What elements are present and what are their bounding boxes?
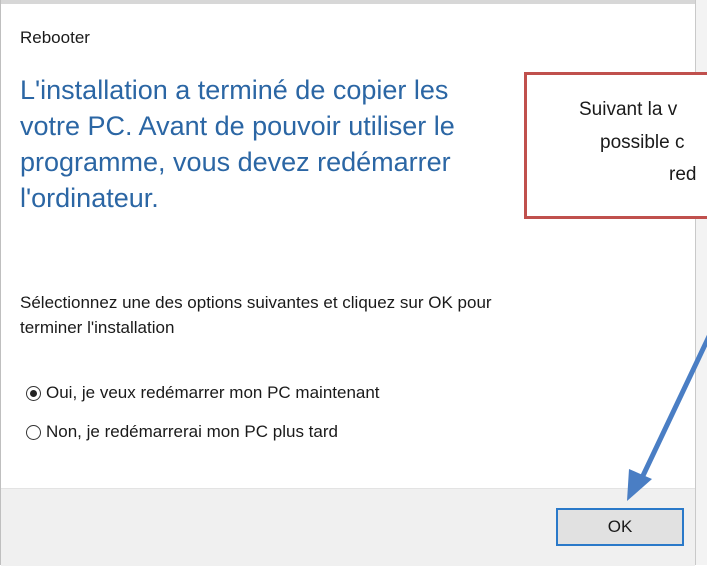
radio-selected-icon[interactable] (26, 385, 41, 401)
option-instruction-line: terminer l'installation (20, 318, 175, 337)
restart-now-label[interactable]: Oui, je veux redémarrer mon PC maintenan… (46, 383, 380, 403)
option-instruction-line: Sélectionnez une des options suivantes e… (20, 293, 492, 312)
restart-later-label[interactable]: Non, je redémarrerai mon PC plus tard (46, 422, 338, 442)
dialog-title: Rebooter (20, 28, 90, 47)
window-top-edge (0, 0, 707, 4)
restart-later-option[interactable]: Non, je redémarrerai mon PC plus tard (26, 422, 338, 442)
window-left-edge (0, 0, 1, 565)
callout-line: possible c (600, 132, 685, 153)
option-instruction: Sélectionnez une des options suivantes e… (20, 290, 700, 340)
radio-unselected-icon[interactable] (26, 424, 41, 440)
restart-now-option[interactable]: Oui, je veux redémarrer mon PC maintenan… (26, 383, 380, 403)
annotation-callout-box: Suivant la v possible c red (524, 72, 707, 219)
ok-button[interactable]: OK (556, 508, 684, 546)
callout-line: Suivant la v (579, 99, 678, 120)
radio-dot (30, 389, 37, 397)
callout-line: red (669, 164, 697, 185)
